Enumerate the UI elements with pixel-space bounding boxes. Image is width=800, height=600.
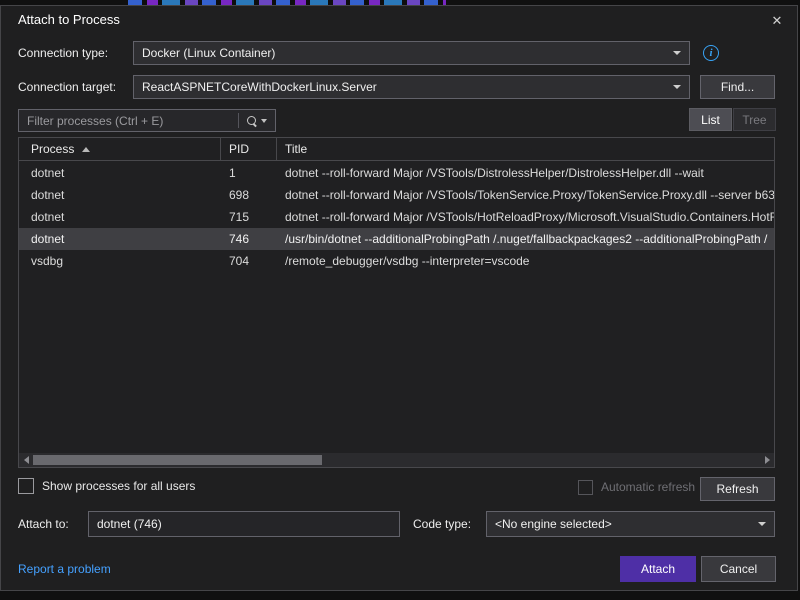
- code-type-select[interactable]: <No engine selected>: [486, 511, 775, 537]
- scroll-left-arrow-icon: [24, 456, 29, 464]
- attach-button[interactable]: Attach: [620, 556, 696, 582]
- filter-input[interactable]: [19, 114, 238, 128]
- table-row[interactable]: dotnet 1 dotnet --roll-forward Major /VS…: [19, 162, 774, 184]
- column-header-process-label: Process: [31, 142, 74, 156]
- table-row[interactable]: dotnet 698 dotnet --roll-forward Major /…: [19, 184, 774, 206]
- column-header-pid-label: PID: [229, 142, 249, 156]
- title-cell: dotnet --roll-forward Major /VSTools/Tok…: [277, 188, 774, 202]
- process-cell: dotnet: [19, 166, 221, 180]
- cancel-button[interactable]: Cancel: [701, 556, 776, 582]
- report-a-problem-link[interactable]: Report a problem: [18, 556, 111, 582]
- search-options-button[interactable]: [239, 110, 275, 131]
- refresh-button-label: Refresh: [716, 482, 758, 496]
- attach-to-input[interactable]: [88, 511, 400, 537]
- connection-target-value: ReactASPNETCoreWithDockerLinux.Server: [142, 80, 377, 94]
- pid-cell: 1: [221, 166, 277, 180]
- close-icon: ✕: [772, 13, 783, 29]
- chevron-down-icon: [758, 522, 766, 526]
- title-cell: /remote_debugger/vsdbg --interpreter=vsc…: [277, 254, 774, 268]
- chevron-down-icon: [261, 119, 267, 123]
- pid-cell: 704: [221, 254, 277, 268]
- column-header-pid[interactable]: PID: [221, 138, 277, 160]
- connection-target-select[interactable]: ReactASPNETCoreWithDockerLinux.Server: [133, 75, 690, 99]
- attach-button-label: Attach: [641, 562, 675, 576]
- search-icon: [247, 116, 256, 125]
- scroll-right-button[interactable]: [760, 453, 774, 467]
- connection-target-label: Connection target:: [18, 75, 116, 99]
- dialog-title: Attach to Process: [18, 10, 120, 30]
- scrollbar-track[interactable]: [33, 453, 760, 467]
- chevron-down-icon: [673, 85, 681, 89]
- table-row[interactable]: vsdbg 704 /remote_debugger/vsdbg --inter…: [19, 250, 774, 272]
- show-all-users-label: Show processes for all users: [42, 478, 195, 495]
- filter-box: [18, 109, 276, 132]
- scrollbar-thumb[interactable]: [33, 455, 322, 465]
- code-type-value: <No engine selected>: [495, 517, 612, 531]
- process-cell: dotnet: [19, 232, 221, 246]
- title-cell: dotnet --roll-forward Major /VSTools/Hot…: [277, 210, 774, 224]
- horizontal-scrollbar[interactable]: [19, 453, 774, 467]
- title-cell: dotnet --roll-forward Major /VSTools/Dis…: [277, 166, 774, 180]
- table-row[interactable]: dotnet 715 dotnet --roll-forward Major /…: [19, 206, 774, 228]
- process-cell: dotnet: [19, 210, 221, 224]
- title-cell: /usr/bin/dotnet --additionalProbingPath …: [277, 232, 774, 246]
- column-header-title[interactable]: Title: [277, 138, 774, 160]
- automatic-refresh-label: Automatic refresh: [601, 479, 695, 496]
- find-button[interactable]: Find...: [700, 75, 775, 99]
- close-button[interactable]: ✕: [763, 8, 791, 34]
- refresh-button[interactable]: Refresh: [700, 477, 775, 501]
- tree-view-button[interactable]: Tree: [733, 108, 776, 131]
- pid-cell: 715: [221, 210, 277, 224]
- process-cell: dotnet: [19, 188, 221, 202]
- pid-cell: 746: [221, 232, 277, 246]
- table-row[interactable]: dotnet 746 /usr/bin/dotnet --additionalP…: [19, 228, 774, 250]
- info-icon[interactable]: i: [703, 45, 719, 61]
- process-cell: vsdbg: [19, 254, 221, 268]
- pid-cell: 698: [221, 188, 277, 202]
- process-table-body: dotnet 1 dotnet --roll-forward Major /VS…: [19, 162, 774, 452]
- automatic-refresh-checkbox: [578, 480, 593, 495]
- show-all-users-checkbox[interactable]: [18, 478, 34, 494]
- connection-type-value: Docker (Linux Container): [142, 46, 275, 60]
- chevron-down-icon: [673, 51, 681, 55]
- attach-to-label: Attach to:: [18, 511, 69, 537]
- scroll-left-button[interactable]: [19, 453, 33, 467]
- list-view-label: List: [701, 113, 720, 127]
- column-header-title-label: Title: [285, 142, 307, 156]
- column-header-process[interactable]: Process: [19, 138, 221, 160]
- process-table: Process PID Title dotnet 1 dotnet --roll…: [18, 137, 775, 468]
- find-button-label: Find...: [721, 80, 754, 94]
- scroll-right-arrow-icon: [765, 456, 770, 464]
- cancel-button-label: Cancel: [720, 562, 757, 576]
- tree-view-label: Tree: [742, 113, 766, 127]
- process-table-header: Process PID Title: [19, 138, 774, 161]
- connection-type-select[interactable]: Docker (Linux Container): [133, 41, 690, 65]
- sort-ascending-icon: [82, 147, 90, 152]
- list-view-button[interactable]: List: [689, 108, 732, 131]
- connection-type-label: Connection type:: [18, 41, 108, 65]
- code-type-label: Code type:: [413, 511, 471, 537]
